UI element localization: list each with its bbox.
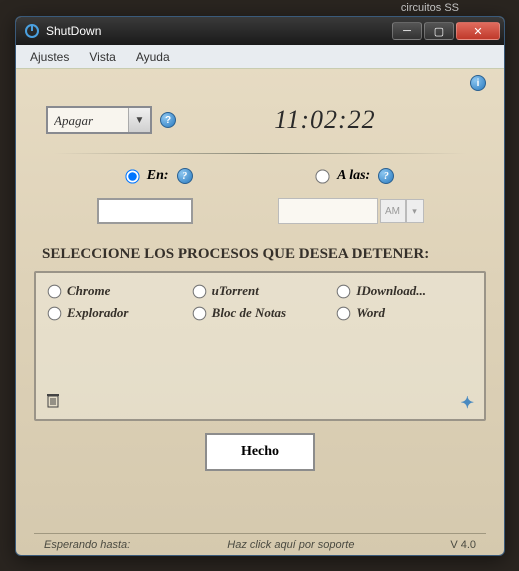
menubar: Ajustes Vista Ayuda [16,45,504,69]
time-inputs-row: AM ▾ [34,184,486,224]
menu-vista[interactable]: Vista [81,47,123,67]
trash-icon[interactable] [46,392,60,413]
content-area: i Apagar ▼ ? 11:02:22 En: ? A las: ? [16,69,504,555]
mode-alas-label: A las: [337,168,370,184]
menu-ajustes[interactable]: Ajustes [22,47,77,67]
time-stepper[interactable]: ▾ [406,199,424,223]
mode-en-radio[interactable] [125,169,139,183]
version-label: V 4.0 [383,539,476,551]
process-chrome[interactable]: Chrome [48,283,183,299]
maximize-button[interactable]: ▢ [424,22,454,40]
desktop-background-text: circuitos SS [401,2,459,14]
info-icon[interactable]: i [470,75,486,91]
window-controls: ─ ▢ ✕ [392,22,500,40]
titlebar[interactable]: ShutDown ─ ▢ ✕ [16,17,504,45]
duration-input[interactable] [97,198,193,224]
processes-title: SELECCIONE LOS PROCESOS QUE DESEA DETENE… [34,246,486,263]
status-left: Esperando hasta: [44,539,198,551]
add-icon[interactable]: ✦ [461,393,474,413]
process-explorador[interactable]: Explorador [48,305,183,321]
done-button[interactable]: Hecho [205,433,315,471]
divider [54,153,466,154]
at-time-group: AM ▾ [278,198,424,224]
processes-box: Chrome uTorrent IDownload... Explorador … [34,271,486,421]
statusbar: Esperando hasta: Haz click aquí por sopo… [34,533,486,555]
window-title: ShutDown [46,24,392,38]
menu-ayuda[interactable]: Ayuda [128,47,178,67]
power-icon [24,23,40,39]
support-link[interactable]: Haz click aquí por soporte [198,539,383,551]
help-icon-action[interactable]: ? [160,112,176,128]
mode-alas-radio[interactable] [315,169,329,183]
app-window: ShutDown ─ ▢ ✕ Ajustes Vista Ayuda i Apa… [15,16,505,556]
mode-en-label: En: [147,168,169,184]
done-row: Hecho [34,433,486,471]
help-icon-en[interactable]: ? [177,168,193,184]
process-bloc[interactable]: Bloc de Notas [193,305,328,321]
minimize-button[interactable]: ─ [392,22,422,40]
ampm-toggle[interactable]: AM [380,199,406,223]
mode-alas[interactable]: A las: ? [316,168,394,184]
action-select[interactable]: Apagar [46,106,152,134]
processes-grid: Chrome uTorrent IDownload... Explorador … [48,283,472,321]
mode-en[interactable]: En: ? [126,168,193,184]
clock-display: 11:02:22 [176,105,474,135]
action-select-wrap: Apagar ▼ [46,106,152,134]
at-time-input[interactable] [278,198,378,224]
process-utorrent[interactable]: uTorrent [193,283,328,299]
close-button[interactable]: ✕ [456,22,500,40]
process-word[interactable]: Word [337,305,472,321]
mode-row: En: ? A las: ? [34,168,486,184]
help-icon-alas[interactable]: ? [378,168,394,184]
process-idownload[interactable]: IDownload... [337,283,472,299]
action-row: Apagar ▼ ? 11:02:22 [34,105,486,135]
